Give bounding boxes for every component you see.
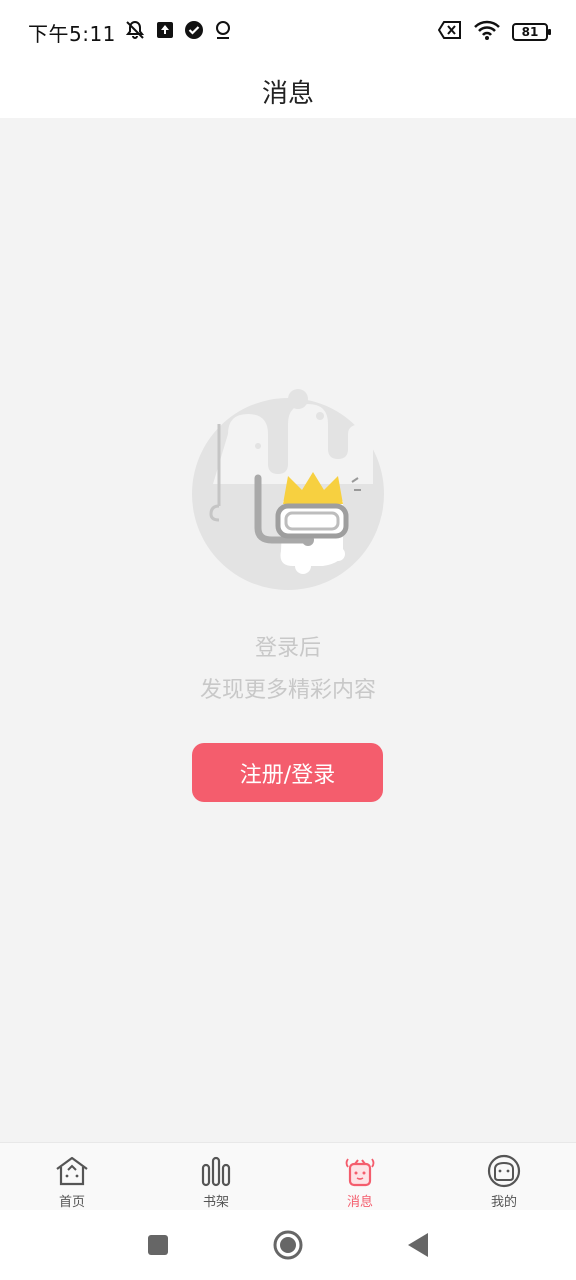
recent-apps-button[interactable] xyxy=(138,1225,178,1265)
no-sim-icon xyxy=(437,21,462,43)
register-login-button[interactable]: 注册/登录 xyxy=(192,743,383,802)
tab-label-home: 首页 xyxy=(58,1195,85,1210)
status-right-icons: 81 xyxy=(437,19,551,45)
home-circle-icon xyxy=(273,1230,303,1260)
recent-apps-icon xyxy=(148,1235,168,1255)
bookshelf-icon xyxy=(201,1156,231,1187)
login-prompt-line2: 发现更多精彩内容 xyxy=(199,678,376,703)
tab-messages[interactable]: 消息 xyxy=(288,1143,432,1210)
tab-home[interactable]: 首页 xyxy=(0,1143,144,1210)
back-button[interactable] xyxy=(398,1225,438,1265)
back-icon xyxy=(408,1233,428,1257)
battery-icon: 81 xyxy=(512,23,551,41)
tab-bookshelf[interactable]: 书架 xyxy=(144,1143,288,1210)
login-prompt-line1: 登录后 xyxy=(254,636,321,661)
diver-crown-illustration xyxy=(188,386,388,596)
status-bar: 下午5:11 81 xyxy=(0,0,576,64)
home-button[interactable] xyxy=(268,1225,308,1265)
message-icon xyxy=(345,1158,375,1187)
header: 消息 xyxy=(0,64,576,118)
profile-icon xyxy=(487,1154,521,1188)
upload-icon xyxy=(156,21,174,43)
tab-profile[interactable]: 我的 xyxy=(432,1143,576,1210)
tab-label-profile: 我的 xyxy=(490,1195,517,1210)
page-title: 消息 xyxy=(261,78,314,109)
location-icon xyxy=(214,20,232,44)
main-content: 登录后 发现更多精彩内容 注册/登录 xyxy=(0,118,576,1142)
wifi-icon xyxy=(472,19,502,45)
status-time: 下午5:11 xyxy=(28,21,116,46)
system-nav-bar xyxy=(0,1210,576,1280)
status-left-icons xyxy=(124,19,232,45)
check-circle-icon xyxy=(184,20,204,44)
battery-level: 81 xyxy=(521,25,539,39)
mute-icon xyxy=(124,19,146,45)
tab-label-messages: 消息 xyxy=(346,1195,373,1210)
tab-label-bookshelf: 书架 xyxy=(202,1195,229,1210)
bottom-tab-bar: 首页 书架 消息 我的 xyxy=(0,1142,576,1210)
home-icon xyxy=(56,1156,88,1186)
